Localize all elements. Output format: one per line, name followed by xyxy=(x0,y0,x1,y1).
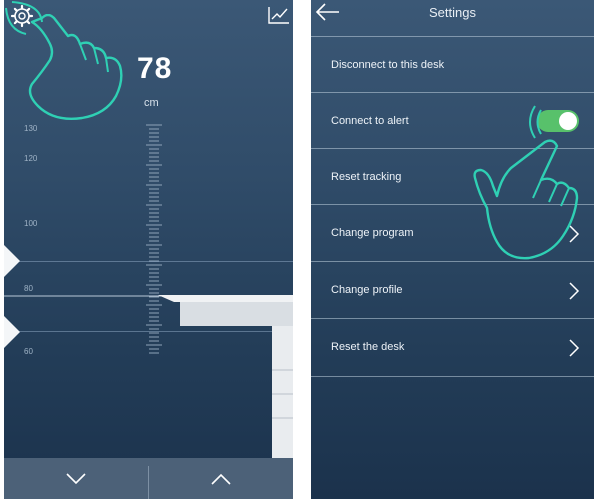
chevron-right-icon xyxy=(569,282,580,300)
settings-item-disconnect[interactable]: Disconnect to this desk xyxy=(311,36,594,93)
settings-header: Settings xyxy=(311,0,594,36)
tick-label: 100 xyxy=(24,219,38,228)
tick-label: 120 xyxy=(24,154,38,163)
settings-item-label: Disconnect to this desk xyxy=(331,59,445,71)
height-unit: cm xyxy=(144,97,159,109)
settings-item-label: Reset the desk xyxy=(331,341,405,353)
chevron-right-icon xyxy=(569,339,580,357)
alert-toggle[interactable] xyxy=(537,110,579,132)
settings-item-change-program[interactable]: Change program xyxy=(311,204,594,262)
settings-screen: Settings Disconnect to this desk Connect… xyxy=(311,0,594,499)
chevron-down-icon xyxy=(66,472,86,484)
height-screen: 78 cm 130 120 100 80 60 xyxy=(4,0,293,499)
upper-limit-marker[interactable] xyxy=(4,245,20,277)
chevron-up-icon xyxy=(211,473,231,485)
guide-line-upper xyxy=(4,261,293,262)
settings-item-reset-desk[interactable]: Reset the desk xyxy=(311,318,594,377)
pointing-hand-icon xyxy=(28,14,123,120)
page-title: Settings xyxy=(429,5,476,20)
desk-illustration xyxy=(4,295,293,460)
settings-item-reset-tracking[interactable]: Reset tracking xyxy=(311,148,594,205)
settings-item-label: Change profile xyxy=(331,284,403,296)
gear-icon[interactable] xyxy=(10,4,34,28)
chart-icon[interactable] xyxy=(268,6,290,24)
settings-item-change-profile[interactable]: Change profile xyxy=(311,261,594,319)
raise-desk-button[interactable] xyxy=(149,458,293,499)
settings-item-label: Reset tracking xyxy=(331,171,402,183)
chevron-right-icon xyxy=(569,225,580,243)
tick-label: 130 xyxy=(24,124,38,133)
height-control-bar xyxy=(4,458,293,499)
settings-item-label: Connect to alert xyxy=(331,115,409,127)
toggle-knob xyxy=(559,112,577,130)
settings-item-connect-alert[interactable]: Connect to alert xyxy=(311,92,594,149)
height-value: 78 xyxy=(137,52,173,85)
settings-item-label: Change program xyxy=(331,227,414,239)
lower-desk-button[interactable] xyxy=(4,458,148,499)
